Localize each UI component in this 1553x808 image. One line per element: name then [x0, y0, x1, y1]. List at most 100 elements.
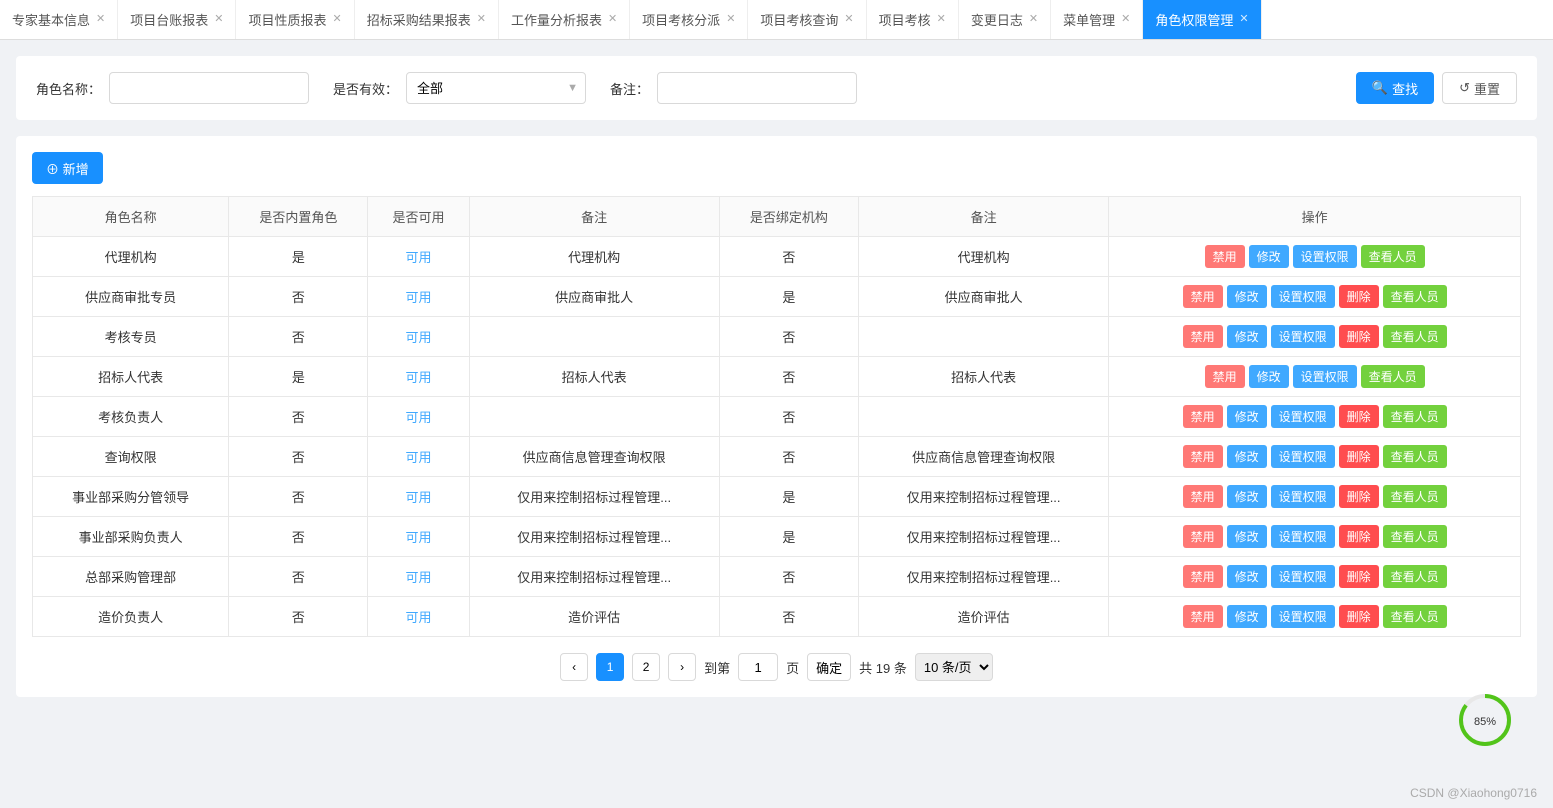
action-btn-删除[interactable]: 删除: [1339, 605, 1379, 628]
tab-item[interactable]: 工作量分析报表✕: [499, 0, 630, 39]
table-row: 事业部采购负责人 否 可用 仅用来控制招标过程管理... 是 仅用来控制招标过程…: [33, 517, 1521, 557]
action-btn-修改[interactable]: 修改: [1227, 605, 1267, 628]
action-btn-修改[interactable]: 修改: [1227, 285, 1267, 308]
action-btn-设置权限[interactable]: 设置权限: [1271, 485, 1335, 508]
action-btn-查看人员[interactable]: 查看人员: [1383, 405, 1447, 428]
action-btn-设置权限[interactable]: 设置权限: [1271, 285, 1335, 308]
tab-item[interactable]: 专家基本信息✕: [0, 0, 118, 39]
action-btn-查看人员[interactable]: 查看人员: [1361, 365, 1425, 388]
action-btn-设置权限[interactable]: 设置权限: [1271, 565, 1335, 588]
action-btn-修改[interactable]: 修改: [1227, 325, 1267, 348]
tab-close-icon[interactable]: ✕: [1121, 14, 1130, 25]
action-btn-删除[interactable]: 删除: [1339, 405, 1379, 428]
tab-close-icon[interactable]: ✕: [1029, 14, 1038, 25]
tab-close-icon[interactable]: ✕: [937, 14, 946, 25]
search-button[interactable]: 🔍 查找: [1356, 72, 1434, 104]
action-btn-禁用[interactable]: 禁用: [1183, 285, 1223, 308]
reset-button[interactable]: ↺ 重置: [1442, 72, 1517, 104]
cell-actions: 禁用修改设置权限删除查看人员: [1109, 437, 1521, 477]
tab-item[interactable]: 项目考核查询✕: [748, 0, 866, 39]
tab-label: 项目台账报表: [130, 10, 208, 29]
tab-item[interactable]: 项目考核✕: [867, 0, 959, 39]
tab-close-icon[interactable]: ✕: [214, 14, 223, 25]
action-btn-删除[interactable]: 删除: [1339, 325, 1379, 348]
tab-item[interactable]: 变更日志✕: [959, 0, 1051, 39]
cell-actions: 禁用修改设置权限查看人员: [1109, 237, 1521, 277]
cell-role: 考核专员: [33, 317, 229, 357]
action-btn-删除[interactable]: 删除: [1339, 285, 1379, 308]
action-btn-禁用[interactable]: 禁用: [1183, 565, 1223, 588]
tab-item[interactable]: 项目性质报表✕: [236, 0, 354, 39]
action-btn-查看人员[interactable]: 查看人员: [1383, 525, 1447, 548]
action-btn-设置权限[interactable]: 设置权限: [1293, 365, 1357, 388]
page-2-btn[interactable]: 2: [632, 653, 660, 681]
action-btn-禁用[interactable]: 禁用: [1183, 445, 1223, 468]
action-btn-查看人员[interactable]: 查看人员: [1383, 445, 1447, 468]
action-btn-设置权限[interactable]: 设置权限: [1293, 245, 1357, 268]
action-btn-删除[interactable]: 删除: [1339, 525, 1379, 548]
action-btns: 禁用修改设置权限删除查看人员: [1117, 525, 1512, 548]
table-row: 招标人代表 是 可用 招标人代表 否 招标人代表 禁用修改设置权限查看人员: [33, 357, 1521, 397]
action-btn-删除[interactable]: 删除: [1339, 485, 1379, 508]
action-btn-禁用[interactable]: 禁用: [1183, 485, 1223, 508]
action-btn-修改[interactable]: 修改: [1227, 565, 1267, 588]
tab-item[interactable]: 项目考核分派✕: [630, 0, 748, 39]
action-btn-设置权限[interactable]: 设置权限: [1271, 525, 1335, 548]
action-btn-修改[interactable]: 修改: [1249, 245, 1289, 268]
tab-item[interactable]: 菜单管理✕: [1051, 0, 1143, 39]
action-btn-修改[interactable]: 修改: [1249, 365, 1289, 388]
action-btn-修改[interactable]: 修改: [1227, 405, 1267, 428]
remark-input[interactable]: [657, 72, 857, 104]
cell-actions: 禁用修改设置权限删除查看人员: [1109, 557, 1521, 597]
role-name-field: 角色名称：: [36, 72, 309, 104]
next-page-btn[interactable]: ›: [668, 653, 696, 681]
action-btn-查看人员[interactable]: 查看人员: [1383, 285, 1447, 308]
action-btn-禁用[interactable]: 禁用: [1205, 245, 1245, 268]
cell-role: 造价负责人: [33, 597, 229, 637]
tab-item[interactable]: 角色权限管理✕: [1143, 0, 1261, 39]
tab-close-icon[interactable]: ✕: [608, 14, 617, 25]
action-btn-查看人员[interactable]: 查看人员: [1361, 245, 1425, 268]
tab-item[interactable]: 招标采购结果报表✕: [355, 0, 499, 39]
action-btn-设置权限[interactable]: 设置权限: [1271, 445, 1335, 468]
tab-item[interactable]: 项目台账报表 ✕: [118, 0, 236, 39]
action-btn-查看人员[interactable]: 查看人员: [1383, 485, 1447, 508]
prev-page-btn[interactable]: ‹: [560, 653, 588, 681]
action-btn-查看人员[interactable]: 查看人员: [1383, 605, 1447, 628]
search-icon: 🔍: [1372, 80, 1388, 96]
action-btns: 禁用修改设置权限查看人员: [1117, 365, 1512, 388]
effective-label: 是否有效：: [333, 79, 398, 98]
action-btn-删除[interactable]: 删除: [1339, 445, 1379, 468]
role-name-input[interactable]: [109, 72, 309, 104]
action-btns: 禁用修改设置权限删除查看人员: [1117, 445, 1512, 468]
action-btn-设置权限[interactable]: 设置权限: [1271, 325, 1335, 348]
action-btn-查看人员[interactable]: 查看人员: [1383, 325, 1447, 348]
action-btn-禁用[interactable]: 禁用: [1183, 405, 1223, 428]
add-button[interactable]: ⊕ 新增: [32, 152, 103, 184]
tab-close-icon[interactable]: ✕: [477, 14, 486, 25]
action-btn-禁用[interactable]: 禁用: [1183, 605, 1223, 628]
action-btn-设置权限[interactable]: 设置权限: [1271, 405, 1335, 428]
page-confirm-btn[interactable]: 确定: [807, 653, 851, 681]
tab-close-icon[interactable]: ✕: [1239, 14, 1248, 25]
effective-select[interactable]: 全部 是 否: [406, 72, 586, 104]
tab-close-icon[interactable]: ✕: [96, 14, 105, 25]
page-1-btn[interactable]: 1: [596, 653, 624, 681]
action-btn-修改[interactable]: 修改: [1227, 445, 1267, 468]
tab-close-icon[interactable]: ✕: [332, 14, 341, 25]
action-btn-删除[interactable]: 删除: [1339, 565, 1379, 588]
action-btn-禁用[interactable]: 禁用: [1205, 365, 1245, 388]
action-btn-设置权限[interactable]: 设置权限: [1271, 605, 1335, 628]
action-btn-查看人员[interactable]: 查看人员: [1383, 565, 1447, 588]
action-btn-修改[interactable]: 修改: [1227, 525, 1267, 548]
table-row: 事业部采购分管领导 否 可用 仅用来控制招标过程管理... 是 仅用来控制招标过…: [33, 477, 1521, 517]
action-btn-禁用[interactable]: 禁用: [1183, 325, 1223, 348]
cell-available: 可用: [368, 357, 469, 397]
tab-close-icon[interactable]: ✕: [726, 14, 735, 25]
action-btn-修改[interactable]: 修改: [1227, 485, 1267, 508]
page-goto-input[interactable]: [738, 653, 778, 681]
tab-close-icon[interactable]: ✕: [844, 14, 853, 25]
page-size-select[interactable]: 10 条/页 20 条/页 50 条/页: [915, 653, 993, 681]
cell-remark2: 供应商审批人: [858, 277, 1108, 317]
action-btn-禁用[interactable]: 禁用: [1183, 525, 1223, 548]
